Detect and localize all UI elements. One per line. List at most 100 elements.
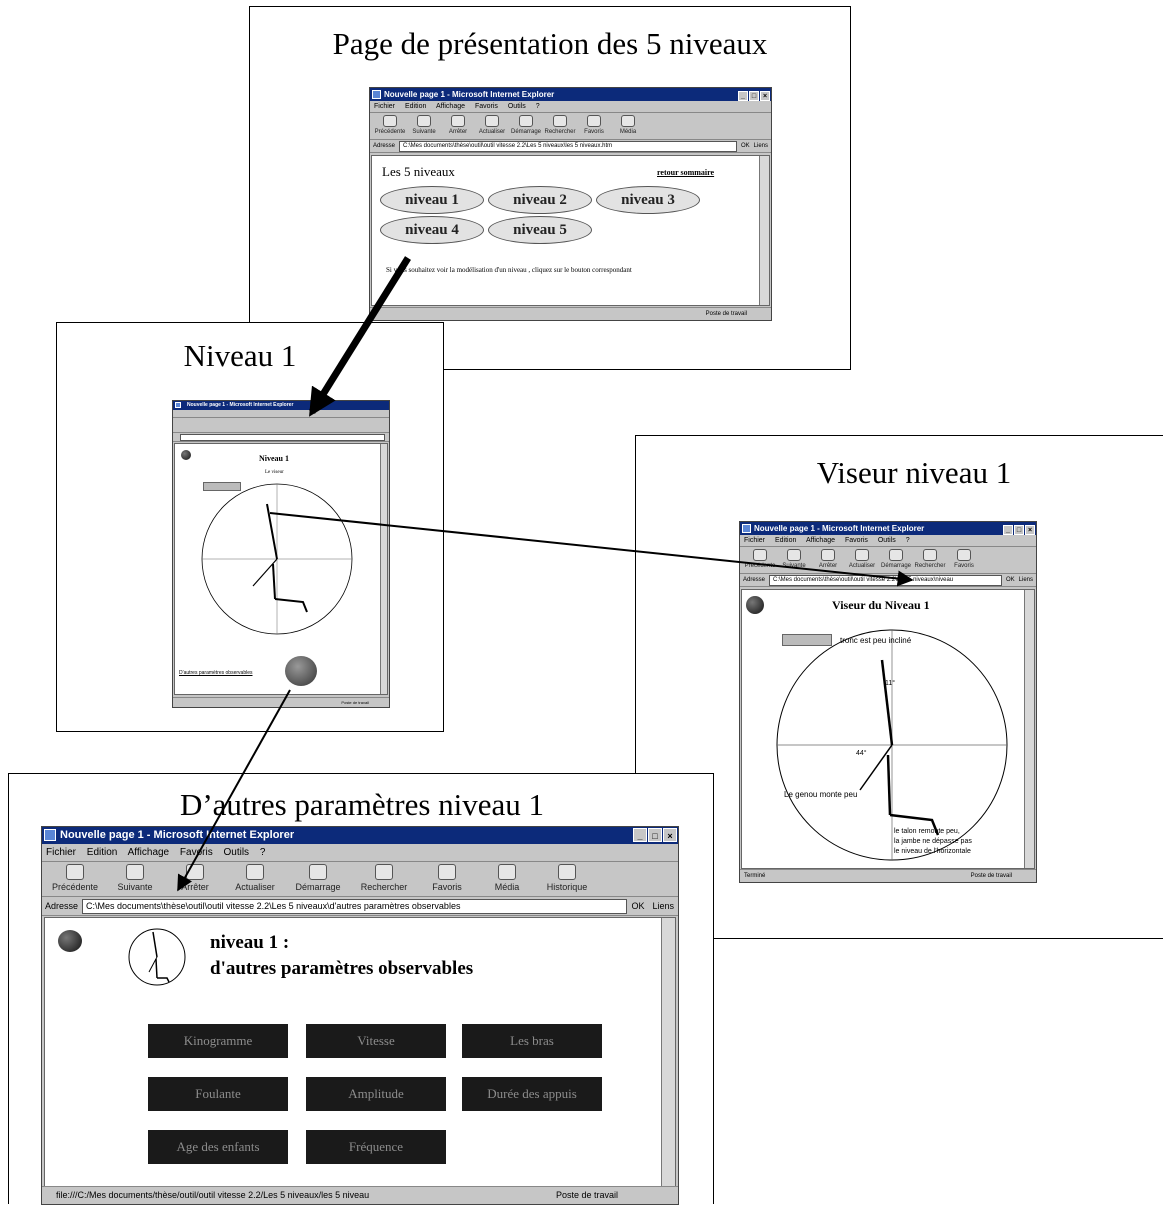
home-button[interactable]: Démarrage	[879, 547, 913, 573]
menu-edition[interactable]: Edition	[775, 537, 796, 544]
menu-help[interactable]: ?	[906, 537, 910, 544]
media-button[interactable]: Média	[611, 113, 645, 139]
go-button[interactable]: OK	[741, 140, 750, 152]
history-button[interactable]: Historique	[537, 862, 597, 896]
history-label: Historique	[546, 882, 588, 892]
home-button[interactable]: Démarrage	[285, 862, 351, 896]
search-button[interactable]: Rechercher	[543, 113, 577, 139]
refresh-button[interactable]: Actualiser	[225, 862, 285, 896]
links-label[interactable]: Liens	[754, 140, 768, 152]
menu-outils[interactable]: Outils	[878, 537, 896, 544]
address-input[interactable]: C:\Mes documents\thèse\outil\outil vites…	[399, 140, 737, 152]
search-icon	[923, 549, 937, 561]
browser-window-autres: Nouvelle page 1 - Microsoft Internet Exp…	[41, 826, 679, 1205]
menu-outils[interactable]: Outils	[223, 847, 249, 858]
autres-parametres-button[interactable]	[285, 656, 317, 686]
menu-outils[interactable]: Outils	[508, 103, 526, 110]
close-icon[interactable]: ×	[1025, 525, 1035, 535]
media-icon	[621, 115, 635, 127]
vertical-scrollbar[interactable]	[1024, 590, 1034, 868]
home-icon	[309, 864, 327, 880]
trunk-segment	[880, 659, 894, 746]
maximize-icon[interactable]: □	[749, 91, 759, 101]
maximize-icon[interactable]: □	[1014, 525, 1024, 535]
stop-button[interactable]: Arrêter	[165, 862, 225, 896]
trunk-segment	[266, 503, 278, 560]
vertical-scrollbar[interactable]	[380, 444, 387, 694]
back-label: Précédente	[51, 882, 99, 892]
forward-button[interactable]: Suivante	[407, 113, 441, 139]
shin-segment	[886, 754, 892, 816]
back-button[interactable]: Précédente	[373, 113, 407, 139]
address-input[interactable]	[180, 433, 385, 441]
address-label: Adresse	[373, 143, 396, 149]
minimize-icon[interactable]: _	[738, 91, 748, 101]
refresh-button[interactable]: Actualiser	[845, 547, 879, 573]
go-button[interactable]: OK	[631, 897, 644, 915]
back-label: Précédente	[374, 129, 406, 135]
vitesse-button[interactable]: Vitesse	[306, 1024, 446, 1058]
foulante-button[interactable]: Foulante	[148, 1077, 288, 1111]
menu-fichier[interactable]: Fichier	[46, 847, 76, 858]
stop-button[interactable]: Arrêter	[811, 547, 845, 573]
links-label[interactable]: Liens	[652, 897, 674, 915]
search-button[interactable]: Rechercher	[351, 862, 417, 896]
minimize-icon[interactable]: _	[633, 828, 647, 842]
back-button[interactable]: Précédente	[743, 547, 777, 573]
retour-sommaire-link[interactable]: retour sommaire	[657, 168, 714, 177]
search-label: Rechercher	[544, 129, 576, 135]
menu-favoris[interactable]: Favoris	[475, 103, 498, 110]
menu-help[interactable]: ?	[536, 103, 540, 110]
niveau-5-button[interactable]: niveau 5	[488, 216, 592, 244]
favorites-button[interactable]: Favoris	[947, 547, 981, 573]
duree-des-appuis-button[interactable]: Durée des appuis	[462, 1077, 602, 1111]
search-button[interactable]: Rechercher	[913, 547, 947, 573]
vertical-scrollbar[interactable]	[759, 156, 769, 305]
niveau-4-button[interactable]: niveau 4	[380, 216, 484, 244]
forward-button[interactable]: Suivante	[105, 862, 165, 896]
media-label: Média	[494, 882, 520, 892]
frequence-button[interactable]: Fréquence	[306, 1130, 446, 1164]
close-icon[interactable]: ×	[760, 91, 770, 101]
address-input[interactable]: C:\Mes documents\thèse\outil\outil vites…	[82, 898, 628, 914]
toolbar: Précédente Suivante Arrêter Actualiser D…	[42, 862, 678, 897]
menu-affichage[interactable]: Affichage	[128, 847, 170, 858]
niveau-3-button[interactable]: niveau 3	[596, 186, 700, 214]
links-label[interactable]: Liens	[1019, 574, 1033, 586]
maximize-icon[interactable]: □	[648, 828, 662, 842]
browser-window-niveau1: Nouvelle page 1 - Microsoft Internet Exp…	[172, 400, 390, 708]
menu-edition[interactable]: Edition	[87, 847, 118, 858]
menu-fichier[interactable]: Fichier	[744, 537, 765, 544]
niveau-1-button[interactable]: niveau 1	[380, 186, 484, 214]
autres-parametres-link[interactable]: D'autres paramètres observables	[179, 670, 253, 676]
kinogramme-button[interactable]: Kinogramme	[148, 1024, 288, 1058]
stop-button[interactable]: Arrêter	[441, 113, 475, 139]
vertical-scrollbar[interactable]	[661, 918, 675, 1186]
home-button[interactable]: Démarrage	[509, 113, 543, 139]
menu-edition[interactable]: Edition	[405, 103, 426, 110]
back-label: Précédente	[744, 563, 776, 569]
menu-help[interactable]: ?	[260, 847, 266, 858]
home-label: Démarrage	[880, 563, 911, 569]
amplitude-button[interactable]: Amplitude	[306, 1077, 446, 1111]
back-ball-icon[interactable]	[58, 930, 82, 952]
favorites-button[interactable]: Favoris	[577, 113, 611, 139]
menu-affichage[interactable]: Affichage	[436, 103, 465, 110]
les-bras-button[interactable]: Les bras	[462, 1024, 602, 1058]
menu-fichier[interactable]: Fichier	[374, 103, 395, 110]
menu-favoris[interactable]: Favoris	[180, 847, 213, 858]
niveau-2-button[interactable]: niveau 2	[488, 186, 592, 214]
age-des-enfants-button[interactable]: Age des enfants	[148, 1130, 288, 1164]
address-input[interactable]: C:\Mes documents\thèse\outil\outil vites…	[769, 574, 1002, 586]
favorites-button[interactable]: Favoris	[417, 862, 477, 896]
forward-button[interactable]: Suivante	[777, 547, 811, 573]
close-icon[interactable]: ×	[663, 828, 677, 842]
back-button[interactable]: Précédente	[45, 862, 105, 896]
media-button[interactable]: Média	[477, 862, 537, 896]
refresh-button[interactable]: Actualiser	[475, 113, 509, 139]
minimize-icon[interactable]: _	[1003, 525, 1013, 535]
forward-icon	[417, 115, 431, 127]
go-button[interactable]: OK	[1006, 574, 1015, 586]
menu-favoris[interactable]: Favoris	[845, 537, 868, 544]
menu-affichage[interactable]: Affichage	[806, 537, 835, 544]
